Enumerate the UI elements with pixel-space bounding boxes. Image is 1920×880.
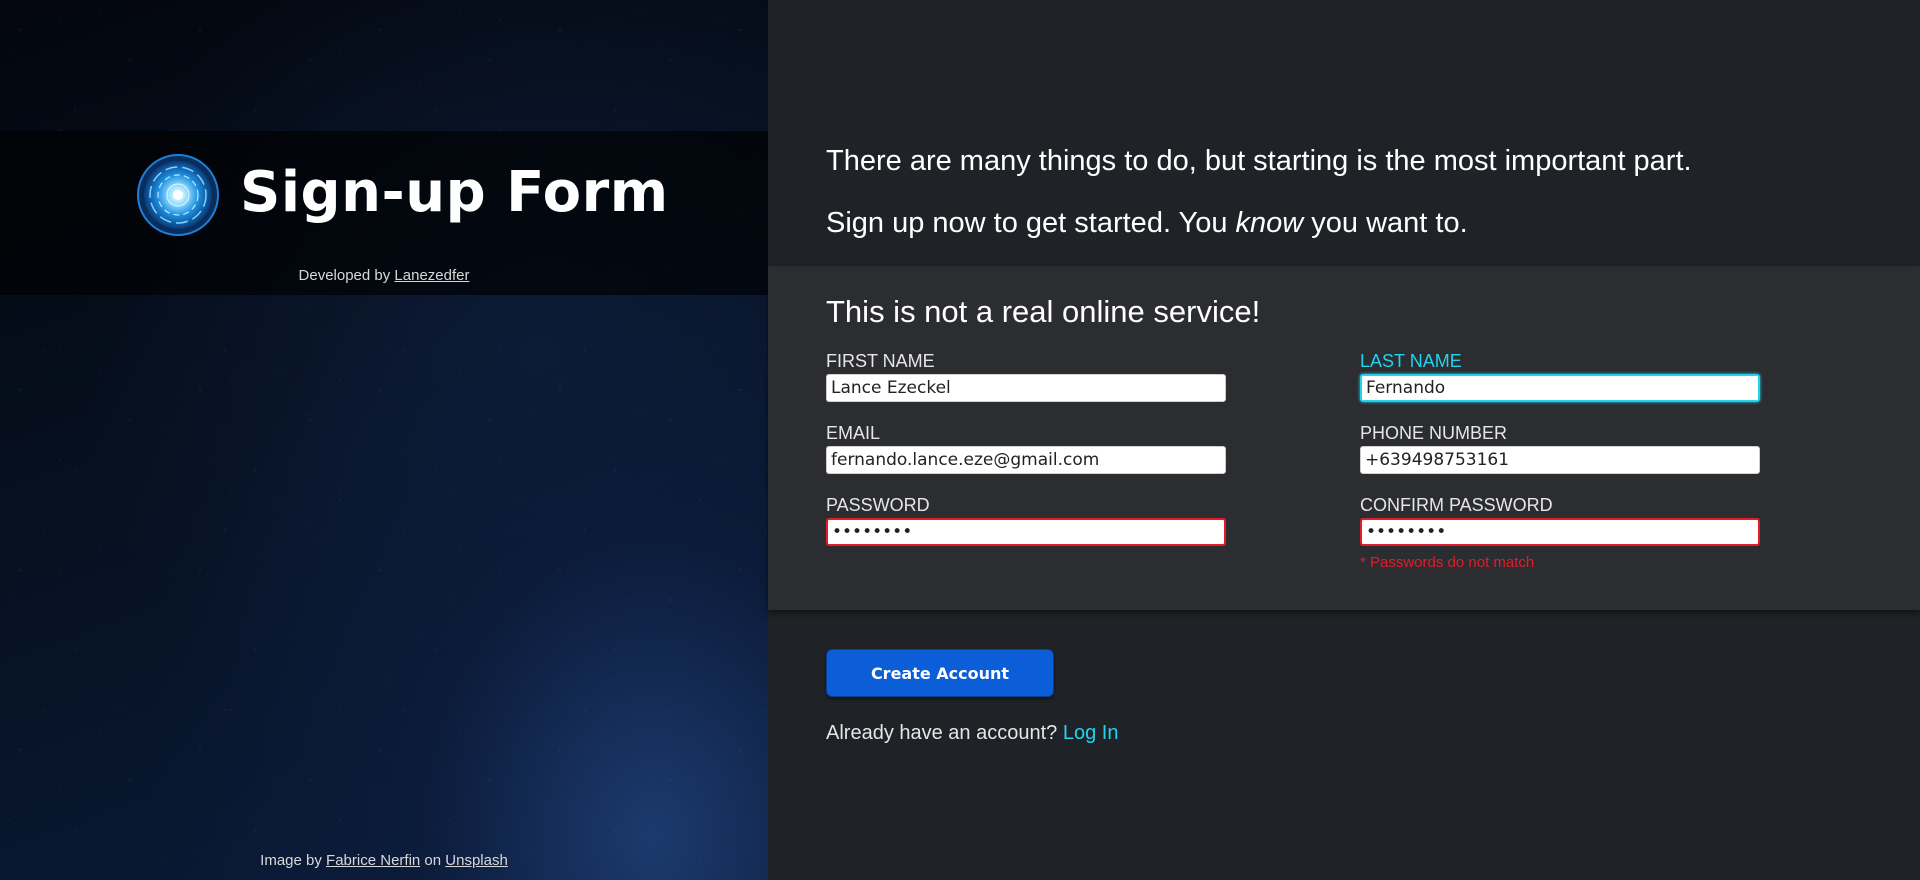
first-name-field-group: FIRST NAME	[826, 350, 1226, 402]
last-name-input[interactable]	[1360, 374, 1760, 402]
first-name-label: FIRST NAME	[826, 351, 935, 371]
email-label: EMAIL	[826, 423, 881, 443]
email-input[interactable]	[826, 446, 1226, 474]
phone-field-group: PHONE NUMBER	[1360, 422, 1760, 474]
form-heading: This is not a real online service!	[826, 294, 1261, 329]
page-title: Sign-up Form	[240, 160, 669, 225]
confirm-password-field-group: CONFIRM PASSWORD	[1360, 494, 1760, 546]
glowing-orb-logo-icon	[137, 154, 219, 236]
image-author-link[interactable]: Fabrice Nerfin	[326, 852, 420, 869]
intro-line-2-emphasis: know	[1235, 207, 1304, 239]
login-link[interactable]: Log In	[1063, 722, 1119, 744]
password-input[interactable]	[826, 518, 1226, 546]
image-source-link[interactable]: Unsplash	[445, 852, 508, 869]
email-field-group: EMAIL	[826, 422, 1226, 474]
password-mismatch-error: * Passwords do not match	[1360, 554, 1535, 571]
last-name-field-group: LAST NAME	[1360, 350, 1760, 402]
confirm-password-input[interactable]	[1360, 518, 1760, 546]
developer-link[interactable]: Lanezedfer	[394, 267, 469, 284]
developer-credit-prefix: Developed by	[298, 267, 391, 284]
hero-panel: Sign-up Form Developed by Lanezedfer Ima…	[0, 0, 768, 880]
login-prompt-text: Already have an account?	[826, 722, 1058, 744]
image-credit-middle: on	[424, 852, 442, 869]
first-name-input[interactable]	[826, 374, 1226, 402]
intro-line-2: Sign up now to get started. You know you…	[826, 192, 1692, 254]
developer-credit: Developed by Lanezedfer	[0, 267, 768, 284]
phone-label: PHONE NUMBER	[1360, 423, 1508, 443]
intro-line-2-before: Sign up now to get started. You	[826, 207, 1228, 239]
password-field-group: PASSWORD	[826, 494, 1226, 546]
intro-line-1: There are many things to do, but startin…	[826, 145, 1692, 177]
create-account-button[interactable]: Create Account	[826, 649, 1054, 697]
confirm-password-label: CONFIRM PASSWORD	[1360, 495, 1553, 515]
phone-input[interactable]	[1360, 446, 1760, 474]
login-prompt: Already have an account? Log In	[826, 722, 1118, 745]
password-label: PASSWORD	[826, 495, 930, 515]
last-name-label: LAST NAME	[1360, 351, 1462, 371]
intro-line-2-after: you want to.	[1311, 207, 1468, 239]
image-credit-prefix: Image by	[260, 852, 322, 869]
intro-text: There are many things to do, but startin…	[826, 130, 1692, 254]
image-credit: Image by Fabrice Nerfin on Unsplash	[0, 852, 768, 869]
